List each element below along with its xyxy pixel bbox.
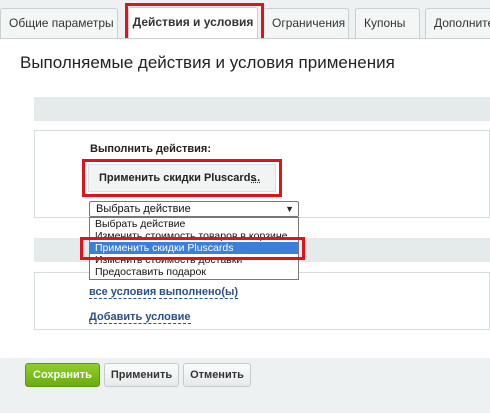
- fulfilled-link[interactable]: выполнено(ы): [159, 286, 239, 299]
- tab-bar: Общие параметры Действия и условия Огран…: [0, 0, 490, 42]
- chevron-down-icon: ▼: [285, 204, 294, 214]
- all-conditions-link[interactable]: все условия: [89, 286, 157, 299]
- tab-actions-conditions[interactable]: Действия и условия: [128, 7, 258, 39]
- save-button[interactable]: Сохранить: [25, 363, 100, 387]
- option-change-delivery-price[interactable]: Изменить стоимость доставки: [90, 254, 298, 266]
- action-select[interactable]: Выбрать действие ▼: [89, 201, 299, 217]
- action-chip-more-button[interactable]: ...: [251, 165, 260, 191]
- add-condition-link[interactable]: Добавить условие: [89, 311, 191, 324]
- tab-coupons[interactable]: Купоны: [355, 8, 420, 38]
- actions-heading: Выполнить действия:: [90, 143, 211, 155]
- option-choose-action[interactable]: Выбрать действие: [90, 218, 298, 230]
- action-chip-label: Применить скидки Pluscards: [99, 172, 257, 184]
- action-select-value: Выбрать действие: [96, 203, 191, 215]
- option-apply-pluscards[interactable]: Применить скидки Pluscards: [90, 242, 298, 254]
- action-options-list: Выбрать действие Изменить стоимость това…: [89, 217, 299, 280]
- page-title: Выполняемые действия и условия применени…: [20, 53, 395, 72]
- section-header-band: [34, 97, 490, 121]
- tab-limits[interactable]: Ограничения: [263, 8, 349, 38]
- apply-button[interactable]: Применить: [104, 363, 179, 387]
- option-give-gift[interactable]: Предоставить подарок: [90, 266, 298, 278]
- option-change-cart-price[interactable]: Изменить стоимость товаров в корзине: [90, 230, 298, 242]
- tab-additional[interactable]: Дополните: [425, 8, 490, 38]
- action-chip-pluscards[interactable]: Применить скидки Pluscards ...: [88, 164, 276, 192]
- cancel-button[interactable]: Отменить: [183, 363, 251, 387]
- tab-general[interactable]: Общие параметры: [0, 8, 118, 38]
